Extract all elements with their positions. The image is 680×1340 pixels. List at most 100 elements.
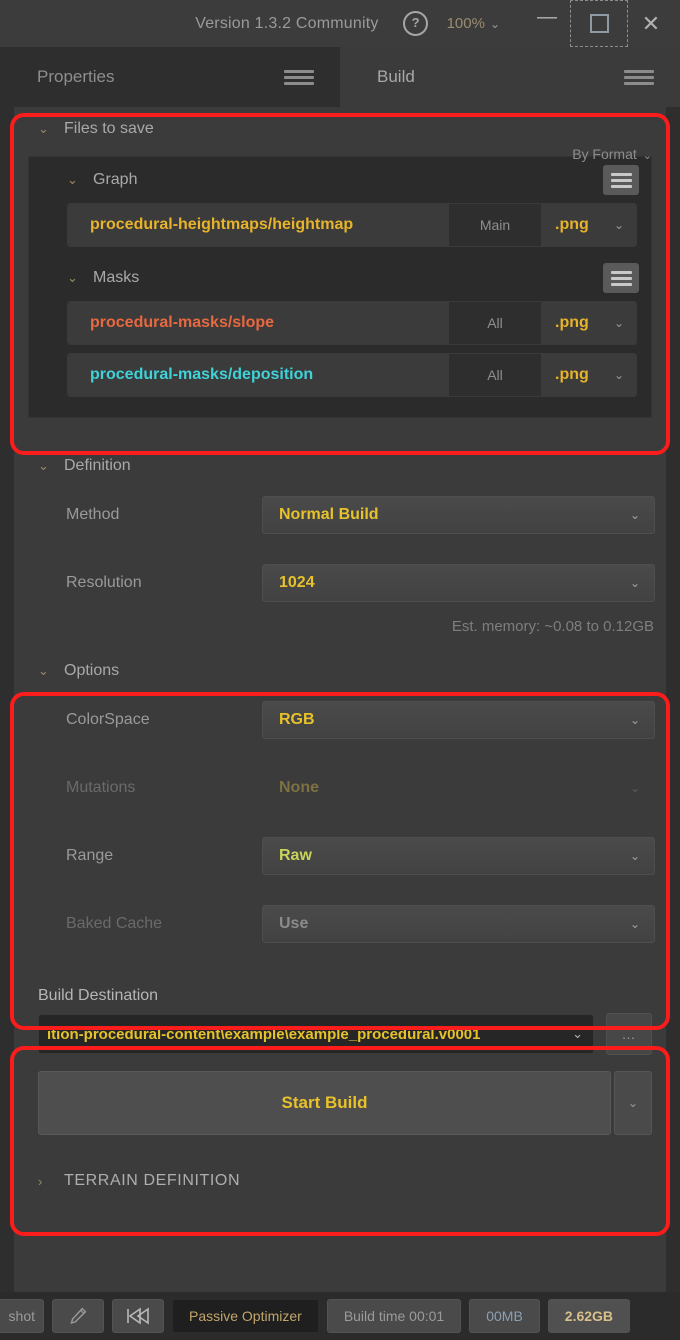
range-dropdown[interactable]: Raw ⌄	[262, 837, 655, 875]
graph-group-menu-icon[interactable]	[603, 165, 639, 195]
build-menu-icon[interactable]	[624, 69, 654, 85]
colorspace-dropdown[interactable]: RGB ⌄	[262, 701, 655, 739]
masks-collapse-icon[interactable]: ⌄	[67, 270, 93, 286]
baked-cache-label: Baked Cache	[66, 915, 163, 932]
terrain-definition-expand-icon[interactable]: ›	[38, 1174, 64, 1189]
group-header-graph[interactable]: ⌄ Graph	[29, 157, 651, 203]
baked-cache-dropdown[interactable]: Use ⌄	[262, 905, 655, 943]
tab-properties[interactable]: Properties	[0, 47, 340, 107]
build-time-status: Build time 00:01	[326, 1299, 462, 1333]
pen-icon[interactable]	[52, 1299, 104, 1333]
method-value: Normal Build	[279, 506, 379, 523]
tab-build[interactable]: Build	[340, 47, 680, 107]
file-scope-heightmap[interactable]: Main	[449, 204, 541, 246]
row-mutations: Mutations None ⌄	[14, 769, 666, 807]
files-to-save-collapse-icon[interactable]: ⌄	[38, 121, 64, 137]
tab-properties-label: Properties	[37, 67, 115, 86]
mutations-value: None	[279, 779, 319, 796]
build-destination-path-field[interactable]: ition-procedural-content\example\example…	[38, 1014, 594, 1054]
section-definition: ⌄ Definition Method Normal Build ⌄ Resol…	[14, 444, 666, 635]
options-title: Options	[64, 662, 120, 679]
mutations-label: Mutations	[66, 779, 136, 796]
resolution-dropdown[interactable]: 1024 ⌄	[262, 564, 655, 602]
passive-optimizer-button[interactable]: Passive Optimizer	[172, 1299, 319, 1333]
build-destination-chevron-down-icon: ⌄	[572, 1026, 583, 1041]
options-header[interactable]: ⌄ Options	[14, 649, 666, 693]
start-build-button[interactable]: Start Build	[38, 1071, 611, 1135]
file-name-heightmap[interactable]: procedural-heightmaps/heightmap	[68, 204, 449, 246]
file-format-slope-value: .png	[555, 314, 589, 331]
total-memory-status: 2.62GB	[547, 1299, 631, 1333]
title-bar: Version 1.3.2 Community ? 100% ⌄ — ✕	[0, 0, 680, 47]
table-row[interactable]: procedural-heightmaps/heightmap Main .pn…	[67, 203, 637, 247]
colorspace-label: ColorSpace	[66, 711, 150, 728]
zoom-chevron-down-icon[interactable]: ⌄	[490, 17, 500, 31]
definition-title: Definition	[64, 457, 131, 474]
build-destination-title: Build Destination	[38, 987, 159, 1004]
section-files-to-save: ⌄ Files to save By Format ⌄ ⌄ Graph proce…	[14, 107, 666, 418]
tab-build-label: Build	[377, 67, 415, 86]
baked-cache-value: Use	[279, 915, 309, 932]
group-header-masks[interactable]: ⌄ Masks	[29, 255, 651, 301]
method-label: Method	[66, 506, 120, 523]
method-dropdown[interactable]: Normal Build ⌄	[262, 496, 655, 534]
fast-forward-icon[interactable]	[112, 1299, 164, 1333]
close-button[interactable]: ✕	[628, 0, 674, 47]
table-row[interactable]: procedural-masks/slope All .png ⌄	[67, 301, 637, 345]
resolution-chevron-down-icon: ⌄	[629, 576, 640, 590]
section-build-destination: Build Destination ition-procedural-conte…	[14, 973, 666, 1135]
properties-menu-icon[interactable]	[284, 69, 314, 85]
files-to-save-header[interactable]: ⌄ Files to save	[14, 107, 666, 151]
colorspace-chevron-down-icon: ⌄	[629, 713, 640, 727]
file-name-deposition[interactable]: procedural-masks/deposition	[68, 354, 449, 396]
minimize-button[interactable]: —	[524, 0, 570, 53]
options-collapse-icon[interactable]: ⌄	[38, 663, 64, 679]
help-glyph: ?	[403, 11, 429, 36]
resolution-value: 1024	[279, 574, 315, 591]
help-icon[interactable]: ?	[401, 9, 431, 39]
resolution-label: Resolution	[66, 574, 142, 591]
table-row[interactable]: procedural-masks/deposition All .png ⌄	[67, 353, 637, 397]
masks-group-menu-icon[interactable]	[603, 263, 639, 293]
build-panel-body: ⌄ Files to save By Format ⌄ ⌄ Graph proce…	[0, 107, 680, 1292]
definition-header[interactable]: ⌄ Definition	[14, 444, 666, 488]
range-label: Range	[66, 847, 114, 864]
build-panel-window: Version 1.3.2 Community ? 100% ⌄ — ✕ Pro…	[0, 0, 680, 1340]
memory-status: 00MB	[469, 1299, 540, 1333]
section-options: ⌄ Options ColorSpace RGB ⌄ Mutations Non…	[14, 649, 666, 943]
status-bar: shot Passive Optimizer Build time 00:01 …	[0, 1292, 680, 1340]
file-format-slope[interactable]: .png ⌄	[541, 302, 636, 344]
graph-collapse-icon[interactable]: ⌄	[67, 172, 93, 188]
file-format-chevron-down-icon: ⌄	[613, 368, 624, 382]
start-build-options-button[interactable]: ⌄	[614, 1071, 652, 1135]
baked-cache-chevron-down-icon: ⌄	[629, 917, 640, 931]
file-format-heightmap[interactable]: .png ⌄	[541, 204, 636, 246]
screenshot-button[interactable]: shot	[0, 1299, 44, 1333]
definition-collapse-icon[interactable]: ⌄	[38, 458, 64, 474]
file-scope-deposition[interactable]: All	[449, 354, 541, 396]
files-to-save-title: Files to save	[64, 120, 154, 137]
colorspace-value: RGB	[279, 711, 315, 728]
file-scope-slope[interactable]: All	[449, 302, 541, 344]
file-format-deposition[interactable]: .png ⌄	[541, 354, 636, 396]
file-name-slope[interactable]: procedural-masks/slope	[68, 302, 449, 344]
range-value: Raw	[279, 847, 312, 864]
section-terrain-definition[interactable]: › TERRAIN DEFINITION	[14, 1153, 666, 1209]
start-build-row: Start Build ⌄	[38, 1071, 652, 1135]
zoom-level-label[interactable]: 100%	[447, 15, 485, 32]
browse-button[interactable]: …	[606, 1013, 652, 1055]
build-destination-row: ition-procedural-content\example\example…	[14, 1013, 666, 1055]
file-format-heightmap-value: .png	[555, 216, 589, 233]
passive-optimizer-label: Passive Optimizer	[189, 1308, 302, 1324]
tab-bar: Properties Build	[0, 47, 680, 107]
file-format-chevron-down-icon: ⌄	[613, 218, 624, 232]
mutations-chevron-down-icon: ⌄	[629, 781, 640, 795]
mutations-dropdown: None ⌄	[262, 769, 655, 807]
masks-group-label: Masks	[93, 269, 140, 286]
row-method: Method Normal Build ⌄	[14, 496, 666, 534]
files-list-box: ⌄ Graph procedural-heightmaps/heightmap …	[28, 156, 652, 418]
maximize-square-icon	[589, 14, 609, 33]
row-baked-cache: Baked Cache Use ⌄	[14, 905, 666, 943]
row-resolution: Resolution 1024 ⌄	[14, 564, 666, 602]
maximize-button[interactable]	[570, 0, 628, 47]
